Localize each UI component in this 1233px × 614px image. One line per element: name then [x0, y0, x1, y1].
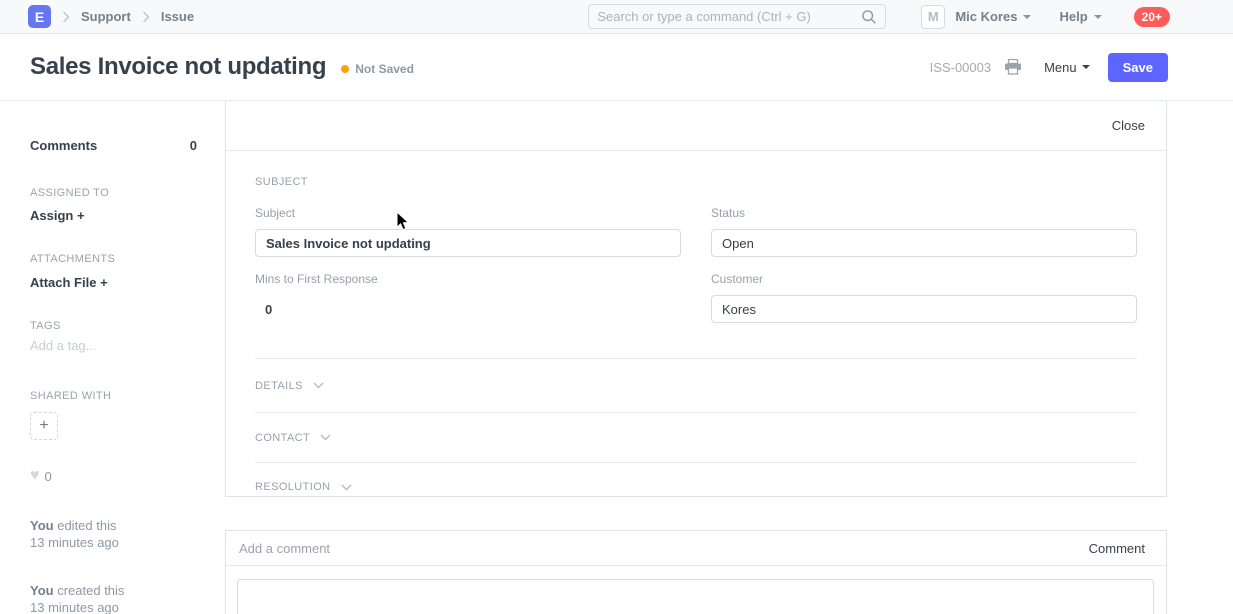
- form-sidebar: Comments 0 ASSIGNED TO Assign + ATTACHME…: [0, 101, 225, 614]
- printer-icon: [1004, 59, 1022, 75]
- caret-down-icon: [1023, 15, 1031, 19]
- add-tag-input[interactable]: Add a tag...: [30, 338, 97, 353]
- add-comment-label: Add a comment: [239, 541, 330, 556]
- document-id: ISS-00003: [930, 60, 991, 75]
- activity-created: You created this 13 minutes ago: [30, 582, 124, 614]
- navbar: E Support Issue M Mic Kores Help 20+: [0, 0, 1233, 34]
- details-label: DETAILS: [255, 380, 303, 392]
- form-main: Close SUBJECT Subject Mins to First Resp…: [225, 101, 1167, 614]
- caret-down-icon: [1082, 65, 1090, 69]
- customer-field: Customer: [711, 272, 1137, 323]
- assigned-to-heading: ASSIGNED TO: [30, 187, 109, 199]
- form-body: SUBJECT Subject Mins to First Response 0: [226, 176, 1166, 511]
- status-input[interactable]: [711, 229, 1137, 257]
- like-button[interactable]: ♥ 0: [30, 468, 52, 484]
- page-header: Sales Invoice not updating Not Saved ISS…: [0, 34, 1233, 101]
- attachments-heading: ATTACHMENTS: [30, 253, 115, 265]
- sidebar-comments[interactable]: Comments 0: [30, 138, 197, 153]
- help-menu[interactable]: Help: [1059, 9, 1101, 24]
- close-button[interactable]: Close: [1112, 118, 1145, 133]
- user-menu[interactable]: Mic Kores: [955, 9, 1031, 24]
- status-label: Status: [711, 206, 1137, 220]
- tags-heading: TAGS: [30, 320, 61, 332]
- shared-with-heading: SHARED WITH: [30, 390, 111, 402]
- comment-header: Add a comment Comment: [226, 531, 1166, 566]
- chevron-right-icon: [142, 11, 150, 23]
- contact-label: CONTACT: [255, 432, 310, 444]
- comment-card: Add a comment Comment: [225, 530, 1167, 614]
- search-icon: [861, 9, 877, 25]
- print-button[interactable]: [1004, 59, 1022, 75]
- notifications-badge[interactable]: 20+: [1134, 7, 1170, 27]
- collapsed-sections: DETAILS CONTACT RESOLUTION: [255, 358, 1137, 511]
- attach-file-button[interactable]: Attach File +: [30, 275, 108, 290]
- mins-to-first-response-value: 0: [255, 295, 681, 317]
- breadcrumb-issue[interactable]: Issue: [161, 9, 194, 24]
- app-logo[interactable]: E: [28, 5, 51, 28]
- customer-input[interactable]: [711, 295, 1137, 323]
- page-title: Sales Invoice not updating: [30, 53, 326, 81]
- breadcrumb-support[interactable]: Support: [81, 9, 131, 24]
- menu-label: Menu: [1044, 60, 1077, 75]
- fields-grid: Subject Mins to First Response 0 Status: [255, 206, 1137, 338]
- subject-section-heading: SUBJECT: [255, 176, 1137, 188]
- status-field: Status: [711, 206, 1137, 257]
- status-text: Not Saved: [355, 62, 414, 76]
- chevron-right-icon: [62, 11, 70, 23]
- assign-button[interactable]: Assign +: [30, 208, 85, 223]
- help-label: Help: [1059, 9, 1087, 24]
- user-name: Mic Kores: [955, 9, 1017, 24]
- activity-actor: You: [30, 583, 54, 598]
- content: Comments 0 ASSIGNED TO Assign + ATTACHME…: [0, 101, 1233, 614]
- status-dot-icon: [341, 65, 349, 73]
- like-count: 0: [45, 469, 52, 484]
- section-details[interactable]: DETAILS: [255, 358, 1137, 412]
- chevron-down-icon: [320, 434, 331, 441]
- heart-icon: ♥: [30, 468, 40, 484]
- customer-label: Customer: [711, 272, 1137, 286]
- menu-dropdown[interactable]: Menu: [1044, 60, 1090, 75]
- section-resolution[interactable]: RESOLUTION: [255, 462, 1137, 511]
- search-input[interactable]: [597, 9, 861, 24]
- subject-label: Subject: [255, 206, 681, 220]
- mins-to-first-response-label: Mins to First Response: [255, 272, 681, 286]
- activity-time: 13 minutes ago: [30, 535, 119, 550]
- form-toolbar: Close: [226, 101, 1166, 151]
- save-button[interactable]: Save: [1108, 53, 1168, 82]
- global-search[interactable]: [588, 4, 886, 29]
- share-add-button[interactable]: +: [30, 412, 58, 440]
- comments-count: 0: [190, 138, 197, 153]
- comment-submit-button[interactable]: Comment: [1089, 541, 1145, 556]
- activity-time: 13 minutes ago: [30, 600, 119, 614]
- resolution-label: RESOLUTION: [255, 481, 331, 493]
- comment-textarea[interactable]: [237, 579, 1154, 614]
- comments-label: Comments: [30, 138, 97, 153]
- activity-edited: You edited this 13 minutes ago: [30, 517, 119, 551]
- plus-icon: +: [39, 417, 48, 435]
- caret-down-icon: [1094, 15, 1102, 19]
- chevron-down-icon: [313, 382, 324, 389]
- mins-to-first-response-field: Mins to First Response 0: [255, 272, 681, 317]
- issue-form-card: Close SUBJECT Subject Mins to First Resp…: [225, 101, 1167, 497]
- section-contact[interactable]: CONTACT: [255, 412, 1137, 462]
- activity-action: edited this: [57, 518, 116, 533]
- subject-input[interactable]: [255, 229, 681, 257]
- activity-action: created this: [57, 583, 124, 598]
- activity-actor: You: [30, 518, 54, 533]
- subject-field: Subject: [255, 206, 681, 257]
- chevron-down-icon: [341, 484, 352, 491]
- user-avatar[interactable]: M: [921, 5, 945, 29]
- save-status-indicator: Not Saved: [341, 62, 414, 76]
